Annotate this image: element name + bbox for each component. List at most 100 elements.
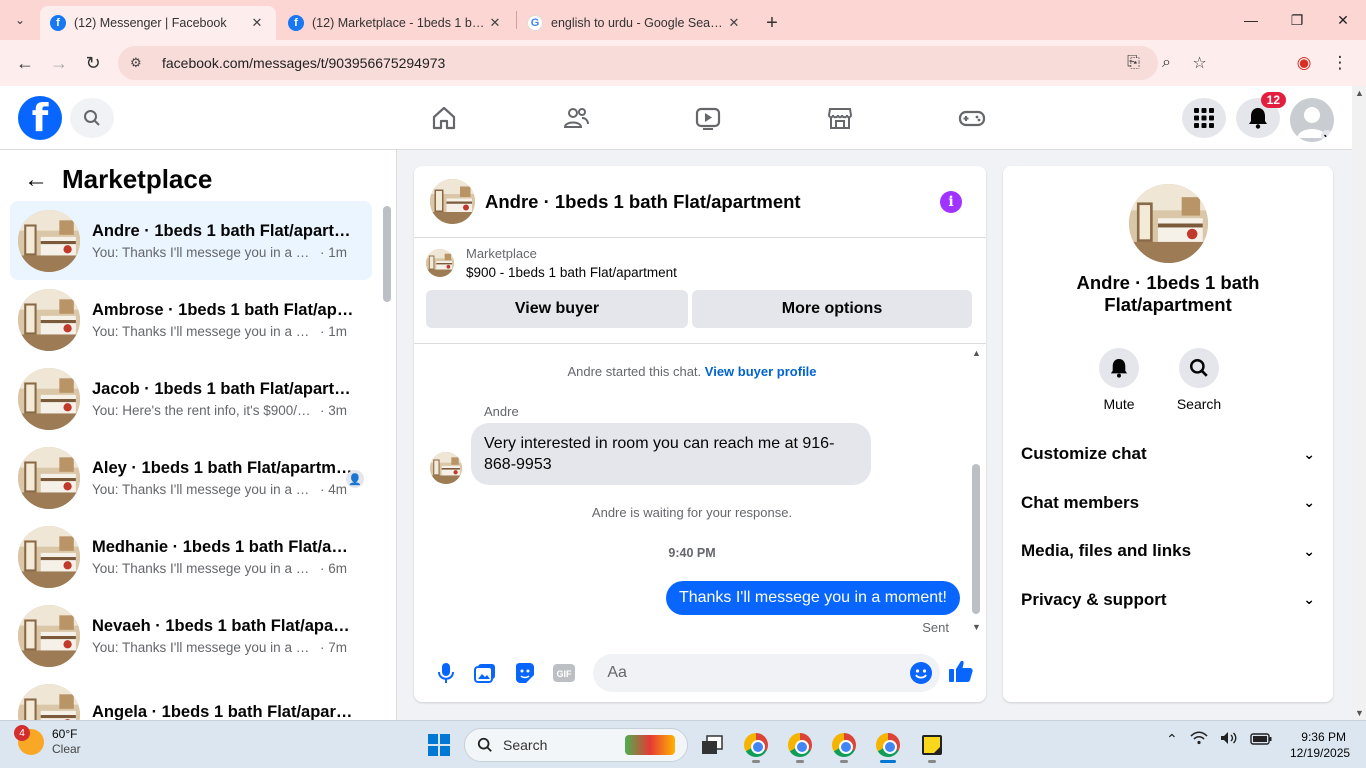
battery-icon[interactable] bbox=[1250, 732, 1272, 748]
zoom-icon[interactable]: ⌕ bbox=[1150, 46, 1183, 80]
search-icon[interactable] bbox=[70, 98, 114, 138]
scroll-up-arrow-icon[interactable]: ▲ bbox=[972, 348, 981, 358]
url-input[interactable]: ⚙ facebook.com/messages/t/90395667529497… bbox=[118, 46, 1158, 80]
start-windows-icon[interactable] bbox=[428, 734, 450, 756]
gaming-icon[interactable] bbox=[906, 86, 1038, 150]
back-arrow-icon[interactable]: ← bbox=[8, 46, 42, 80]
weather-widget[interactable]: 4 60°F Clear bbox=[14, 725, 81, 757]
photo-icon[interactable] bbox=[465, 655, 504, 691]
sender-avatar[interactable] bbox=[430, 452, 462, 484]
emoji-icon[interactable] bbox=[910, 662, 933, 684]
message-thread: Andre started this chat. View buyer prof… bbox=[414, 344, 986, 640]
marketplace-icon[interactable] bbox=[774, 86, 906, 150]
message-input[interactable]: Aa bbox=[593, 654, 941, 692]
microphone-icon[interactable] bbox=[426, 655, 465, 691]
menu-grid-icon[interactable] bbox=[1182, 98, 1226, 138]
info-icon[interactable]: i bbox=[940, 191, 962, 213]
friends-icon[interactable] bbox=[510, 86, 642, 150]
chrome-icon[interactable] bbox=[778, 727, 822, 763]
sticky-notes-icon[interactable] bbox=[910, 727, 954, 763]
thumbs-up-icon[interactable] bbox=[948, 658, 974, 689]
chat-list: Andre · 1beds 1 bath Flat/apartment You: … bbox=[10, 201, 372, 754]
task-view-icon[interactable] bbox=[690, 727, 734, 763]
mute-label: Mute bbox=[1103, 396, 1135, 412]
chat-text: Medhanie · 1beds 1 bath Flat/apartment Yo… bbox=[92, 538, 354, 576]
bookmark-star-icon[interactable]: ☆ bbox=[1183, 46, 1216, 80]
incoming-message-bubble[interactable]: Very interested in room you can reach me… bbox=[471, 423, 871, 485]
close-tab-icon[interactable]: ✕ bbox=[248, 15, 266, 31]
temperature: 60°F bbox=[52, 727, 78, 741]
customize-chat-section[interactable]: Customize chat ⌄ bbox=[1003, 430, 1333, 479]
kebab-menu-icon[interactable]: ⋮ bbox=[1322, 46, 1358, 80]
scroll-up-arrow-icon[interactable]: ▲ bbox=[1355, 88, 1364, 98]
chat-list-item[interactable]: Ambrose · 1beds 1 bath Flat/apartment You… bbox=[10, 280, 372, 359]
chat-started-notice: Andre started this chat. View buyer prof… bbox=[414, 364, 970, 379]
chat-avatar bbox=[18, 367, 80, 430]
chat-avatar bbox=[18, 446, 80, 509]
taskbar-search-box[interactable]: Search bbox=[464, 728, 688, 762]
listing-row[interactable]: Marketplace $900 - 1beds 1 bath Flat/apa… bbox=[426, 246, 974, 280]
gif-icon[interactable]: GIF bbox=[544, 655, 583, 691]
minimize-icon[interactable]: — bbox=[1228, 0, 1274, 40]
forward-arrow-icon[interactable]: → bbox=[42, 46, 76, 80]
restore-icon[interactable]: ❐ bbox=[1274, 0, 1320, 40]
chat-members-section[interactable]: Chat members ⌄ bbox=[1003, 479, 1333, 528]
chat-info-actions: Mute Search bbox=[1099, 348, 1221, 412]
close-tab-icon[interactable]: ✕ bbox=[486, 15, 504, 31]
mute-button[interactable]: Mute bbox=[1099, 348, 1139, 412]
chat-list-item[interactable]: Aley · 1beds 1 bath Flat/apartment You: T… bbox=[10, 438, 372, 517]
chat-info-name: Andre · 1beds 1 bath Flat/apartment bbox=[1076, 272, 1260, 315]
chat-time: · 3m bbox=[320, 402, 347, 418]
tab-google-search[interactable]: G english to urdu - Google Search ✕ bbox=[517, 6, 753, 40]
chat-preview-row: You: Thanks I'll messege you in a moment… bbox=[92, 245, 354, 260]
listing-avatar[interactable] bbox=[430, 179, 475, 224]
reload-icon[interactable]: ↻ bbox=[76, 46, 110, 80]
close-window-icon[interactable]: ✕ bbox=[1320, 0, 1366, 40]
listing-profile-image[interactable] bbox=[1129, 184, 1208, 263]
scroll-down-arrow-icon[interactable]: ▼ bbox=[972, 622, 981, 632]
conversation-title[interactable]: Andre · 1beds 1 bath Flat/apartment bbox=[485, 191, 801, 213]
volume-icon[interactable] bbox=[1220, 731, 1238, 748]
search-in-chat-button[interactable]: Search bbox=[1177, 348, 1221, 412]
view-buyer-profile-link[interactable]: View buyer profile bbox=[705, 364, 817, 379]
chevron-up-icon[interactable]: ⌃ bbox=[1166, 731, 1178, 748]
new-tab-plus-icon[interactable]: + bbox=[755, 6, 789, 40]
chrome-icon[interactable] bbox=[866, 727, 910, 763]
sticker-icon[interactable] bbox=[505, 655, 544, 691]
chrome-icon[interactable] bbox=[822, 727, 866, 763]
system-clock[interactable]: 9:36 PM 12/19/2025 bbox=[1290, 729, 1350, 761]
close-tab-icon[interactable]: ✕ bbox=[725, 15, 743, 31]
tab-messenger[interactable]: f (12) Messenger | Facebook ✕ bbox=[40, 6, 276, 40]
chat-list-item[interactable]: Medhanie · 1beds 1 bath Flat/apartment Yo… bbox=[10, 517, 372, 596]
tab-marketplace[interactable]: f (12) Marketplace - 1beds 1 bath ✕ bbox=[278, 6, 514, 40]
wifi-icon[interactable] bbox=[1190, 731, 1208, 748]
chrome-icon[interactable] bbox=[734, 727, 778, 763]
back-arrow-icon[interactable]: ← bbox=[24, 166, 48, 194]
view-buyer-button[interactable]: View buyer bbox=[426, 290, 688, 328]
outgoing-message-bubble[interactable]: Thanks I'll messege you in a moment! bbox=[665, 581, 960, 615]
chat-list-item[interactable]: Jacob · 1beds 1 bath Flat/apartment You: … bbox=[10, 359, 372, 438]
scroll-down-arrow-icon[interactable]: ▼ bbox=[1355, 708, 1364, 718]
chat-preview-row: You: Thanks I'll messege you in a moment… bbox=[92, 482, 354, 497]
thread-scrollbar[interactable] bbox=[972, 464, 980, 614]
chat-time: · 4m bbox=[320, 481, 347, 497]
media-files-links-section[interactable]: Media, files and links ⌄ bbox=[1003, 527, 1333, 576]
chat-list-item[interactable]: Andre · 1beds 1 bath Flat/apartment You: … bbox=[10, 201, 372, 280]
profile-icon[interactable]: ◉ bbox=[1286, 46, 1322, 80]
listing-text: Marketplace $900 - 1beds 1 bath Flat/apa… bbox=[466, 246, 677, 280]
google-icon: G bbox=[527, 15, 543, 31]
home-icon[interactable] bbox=[378, 86, 510, 150]
notifications-bell-icon[interactable]: 12 bbox=[1236, 92, 1286, 138]
more-options-button[interactable]: More options bbox=[692, 290, 972, 328]
site-settings-icon[interactable]: ⚙ bbox=[130, 55, 152, 71]
facebook-logo-icon[interactable]: f bbox=[18, 96, 62, 140]
chat-list-scrollbar[interactable] bbox=[383, 206, 391, 302]
account-avatar[interactable] bbox=[1290, 98, 1334, 142]
chat-list-item[interactable]: Nevaeh · 1beds 1 bath Flat/apartment You:… bbox=[10, 596, 372, 675]
video-icon[interactable] bbox=[642, 86, 774, 150]
privacy-support-section[interactable]: Privacy & support ⌄ bbox=[1003, 576, 1333, 625]
search-icon bbox=[1179, 348, 1219, 388]
install-app-icon[interactable]: ⎘ bbox=[1117, 46, 1150, 80]
page-scrollbar[interactable]: ▲ ▼ bbox=[1352, 86, 1366, 720]
tab-search-chevron-icon[interactable]: ⌄ bbox=[0, 0, 40, 40]
